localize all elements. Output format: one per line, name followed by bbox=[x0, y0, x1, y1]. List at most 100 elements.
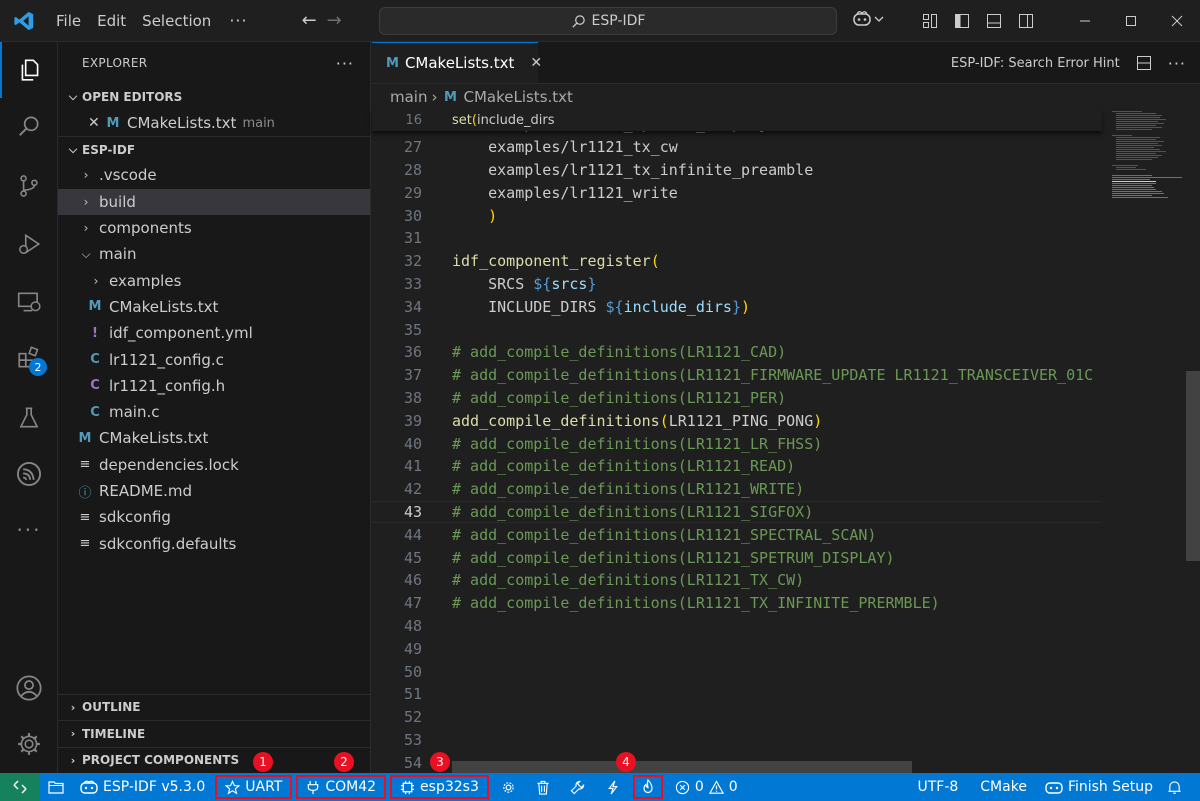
code-line[interactable]: 51 bbox=[372, 683, 1102, 706]
back-arrow-icon[interactable]: ← bbox=[302, 10, 317, 31]
timeline-section[interactable]: › TIMELINE bbox=[58, 720, 371, 747]
build-button[interactable] bbox=[560, 773, 595, 801]
finish-setup-button[interactable]: Finish Setup bbox=[1037, 773, 1161, 801]
source-control-activity[interactable] bbox=[0, 158, 58, 214]
search-error-hint-button[interactable]: ESP-IDF: Search Error Hint bbox=[951, 56, 1120, 71]
more-views-activity[interactable]: ··· bbox=[0, 502, 58, 558]
project-components-section[interactable]: › PROJECT COMPONENTS bbox=[58, 746, 371, 774]
serial-port-button[interactable]: COM42 bbox=[294, 773, 388, 801]
code-line[interactable]: 48 bbox=[372, 615, 1102, 638]
flash-button[interactable] bbox=[595, 773, 631, 801]
code-line[interactable]: 32 idf_component_register( bbox=[372, 250, 1102, 273]
outline-section[interactable]: › OUTLINE bbox=[58, 693, 371, 721]
code-line[interactable]: 49 bbox=[372, 637, 1102, 660]
tree-file[interactable]: ≡ dependencies.lock bbox=[58, 452, 370, 478]
workspace-section[interactable]: ⌵ ESP-IDF bbox=[58, 136, 370, 162]
code-line[interactable]: 27 examples/lr1121_tx_cw bbox=[372, 136, 1102, 159]
extensions-activity[interactable] bbox=[0, 330, 58, 386]
code-line[interactable]: 53 bbox=[372, 729, 1102, 752]
manage-activity[interactable] bbox=[0, 716, 58, 772]
tree-file[interactable]: M CMakeLists.txt bbox=[58, 425, 370, 451]
toggle-panel-button[interactable] bbox=[978, 0, 1010, 42]
code-editor[interactable]: 26 examples/lr1121_spetrum_display27 exa… bbox=[372, 109, 1102, 773]
build-flash-monitor-button[interactable] bbox=[631, 773, 665, 801]
sdk-config-button[interactable] bbox=[491, 773, 526, 801]
code-line[interactable]: 31 bbox=[372, 227, 1102, 250]
code-line[interactable]: 43 # add_compile_definitions(LR1121_SIGFO… bbox=[372, 500, 1102, 524]
testing-activity[interactable] bbox=[0, 390, 58, 446]
open-editors-section[interactable]: ⌵ OPEN EDITORS bbox=[58, 84, 370, 110]
tree-folder[interactable]: ⌵ main bbox=[58, 241, 370, 267]
open-project-button[interactable] bbox=[40, 773, 72, 801]
code-line[interactable]: 34 INCLUDE_DIRS ${include_dirs}) bbox=[372, 295, 1102, 318]
open-editor-item[interactable]: ✕ M CMakeLists.txt main bbox=[58, 110, 370, 136]
command-center-search[interactable]: ESP-IDF bbox=[379, 7, 837, 35]
tree-file[interactable]: M CMakeLists.txt bbox=[58, 294, 370, 320]
tree-folder[interactable]: › build bbox=[58, 188, 370, 215]
split-editor-icon[interactable] bbox=[1136, 55, 1152, 71]
close-tab-icon[interactable]: ✕ bbox=[530, 55, 542, 71]
encoding-button[interactable]: UTF-8 bbox=[905, 773, 970, 801]
sticky-scroll-line[interactable]: 16 set(include_dirs bbox=[372, 109, 1102, 131]
remote-indicator[interactable] bbox=[0, 773, 40, 801]
code-line[interactable]: 37 # add_compile_definitions(LR1121_FIRMW… bbox=[372, 364, 1102, 387]
code-line[interactable]: 41 # add_compile_definitions(LR1121_READ) bbox=[372, 455, 1102, 478]
code-line[interactable]: 35 bbox=[372, 318, 1102, 341]
breadcrumb-folder[interactable]: main bbox=[390, 88, 427, 106]
tree-folder[interactable]: › components bbox=[58, 215, 370, 241]
problems-indicator[interactable]: 0 0 bbox=[665, 773, 748, 801]
code-line[interactable]: 50 bbox=[372, 660, 1102, 683]
menu-more[interactable]: ··· bbox=[219, 6, 257, 36]
toggle-primary-sidebar-button[interactable] bbox=[946, 0, 978, 42]
code-line[interactable]: 47 # add_compile_definitions(LR1121_TX_IN… bbox=[372, 592, 1102, 615]
maximize-button[interactable] bbox=[1108, 0, 1154, 42]
tree-file[interactable]: Clr1121_config.c bbox=[58, 346, 370, 372]
code-line[interactable]: 29 examples/lr1121_write bbox=[372, 181, 1102, 204]
code-line[interactable]: 39 add_compile_definitions(LR1121_PING_PO… bbox=[372, 409, 1102, 432]
explorer-more-actions-icon[interactable]: ··· bbox=[336, 54, 354, 73]
minimize-button[interactable] bbox=[1062, 0, 1108, 42]
menu-file[interactable]: File bbox=[48, 6, 89, 36]
forward-arrow-icon[interactable]: → bbox=[327, 10, 342, 31]
close-icon[interactable]: ✕ bbox=[88, 115, 104, 131]
code-line[interactable]: 33 SRCS ${srcs} bbox=[372, 273, 1102, 296]
language-mode-button[interactable]: CMake bbox=[970, 773, 1037, 801]
code-line[interactable]: 38 # add_compile_definitions(LR1121_PER) bbox=[372, 387, 1102, 410]
code-line[interactable]: 46 # add_compile_definitions(LR1121_TX_CW… bbox=[372, 569, 1102, 592]
search-activity[interactable] bbox=[0, 98, 58, 154]
tree-file[interactable]: Clr1121_config.h bbox=[58, 373, 370, 399]
minimap[interactable] bbox=[1102, 109, 1200, 773]
code-line[interactable]: 52 bbox=[372, 706, 1102, 729]
tab-cmakelists[interactable]: M CMakeLists.txt ✕ bbox=[372, 42, 542, 83]
code-line[interactable]: 30 ) bbox=[372, 204, 1102, 227]
full-clean-button[interactable] bbox=[526, 773, 560, 801]
code-line[interactable]: 36 # add_compile_definitions(LR1121_CAD) bbox=[372, 341, 1102, 364]
code-line[interactable]: 44 # add_compile_definitions(LR1121_SPECT… bbox=[372, 523, 1102, 546]
tree-file[interactable]: ! idf_component.yml bbox=[58, 320, 370, 346]
code-line[interactable]: 40 # add_compile_definitions(LR1121_LR_FH… bbox=[372, 432, 1102, 455]
copilot-button[interactable] bbox=[852, 10, 884, 28]
run-debug-activity[interactable] bbox=[0, 216, 58, 272]
code-line[interactable]: 45 # add_compile_definitions(LR1121_SPETR… bbox=[372, 546, 1102, 569]
target-chip-button[interactable]: esp32s3 bbox=[388, 773, 491, 801]
customize-layout-button[interactable] bbox=[914, 0, 946, 42]
tree-file[interactable]: ≡ sdkconfig bbox=[58, 504, 370, 530]
accounts-activity[interactable] bbox=[0, 660, 58, 716]
toggle-secondary-sidebar-button[interactable] bbox=[1010, 0, 1042, 42]
esp-idf-activity[interactable] bbox=[0, 446, 58, 502]
tree-folder[interactable]: › examples bbox=[58, 267, 370, 293]
tree-folder[interactable]: › .vscode bbox=[58, 162, 370, 188]
menu-edit[interactable]: Edit bbox=[89, 6, 134, 36]
tree-file[interactable]: Cmain.c bbox=[58, 399, 370, 425]
breadcrumb-file[interactable]: CMakeLists.txt bbox=[463, 88, 572, 106]
notifications-button[interactable] bbox=[1161, 773, 1188, 801]
remote-explorer-activity[interactable] bbox=[0, 274, 58, 330]
code-line[interactable]: 42 # add_compile_definitions(LR1121_WRITE… bbox=[372, 478, 1102, 501]
close-window-button[interactable] bbox=[1154, 0, 1200, 42]
code-line[interactable]: 28 examples/lr1121_tx_infinite_preamble bbox=[372, 159, 1102, 182]
editor-more-actions-icon[interactable]: ··· bbox=[1168, 54, 1186, 73]
vertical-scrollbar[interactable] bbox=[1186, 371, 1200, 561]
horizontal-scrollbar[interactable] bbox=[452, 761, 912, 773]
tree-file[interactable]: ≡ sdkconfig.defaults bbox=[58, 530, 370, 556]
idf-version-button[interactable]: ESP-IDF v5.3.0 bbox=[72, 773, 213, 801]
